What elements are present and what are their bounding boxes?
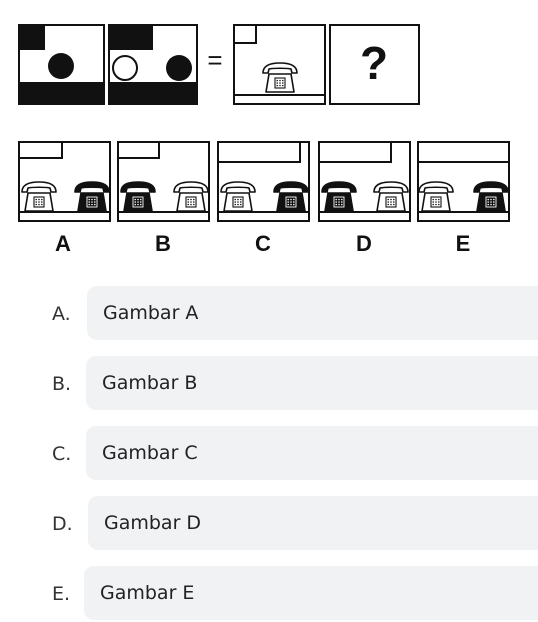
option-figure-e [417,141,510,222]
answer-box[interactable]: Gambar B [86,356,538,410]
option-label-b: B [155,231,171,256]
answer-text: Gambar D [104,512,202,534]
answer-text: Gambar B [102,372,198,394]
answer-letter: C. [52,443,72,465]
telephone-outline-icon [21,181,57,212]
filled-circle-icon [166,55,192,81]
option-label-d: D [356,231,372,256]
answer-option-b[interactable]: B. Gambar B [0,356,538,412]
answer-text: Gambar A [103,302,199,324]
telephone-outline-icon [262,62,298,93]
telephone-solid-icon [273,181,309,212]
question-panel-4: ? [329,24,420,105]
answer-box[interactable]: Gambar E [84,566,538,620]
answer-option-e[interactable]: E. Gambar E [0,566,538,622]
option-label-e: E [456,231,471,256]
equals-sign: = [207,45,222,75]
answer-option-c[interactable]: C. Gambar C [0,426,538,482]
telephone-solid-icon [120,181,156,212]
option-label-c: C [255,231,271,256]
telephone-outline-icon [418,181,454,212]
question-panel-2 [108,24,198,105]
telephone-outline-icon [220,181,256,212]
option-figure-a [18,141,111,222]
answer-option-d[interactable]: D. Gambar D [0,496,538,552]
option-figure-c [217,141,310,222]
answer-letter: D. [52,513,73,535]
question-mark: ? [360,37,388,89]
answer-box[interactable]: Gambar D [88,496,538,550]
option-label-a: A [55,231,71,256]
telephone-outline-icon [373,181,409,212]
telephone-outline-icon [173,181,209,212]
answer-box[interactable]: Gambar A [87,286,538,340]
filled-circle-icon [48,53,74,79]
answer-option-a[interactable]: A. Gambar A [0,286,538,342]
puzzle-figure: = ? A B C D E [0,0,538,270]
option-figure-b [117,141,210,222]
telephone-solid-icon [74,181,110,212]
answer-text: Gambar C [102,442,198,464]
option-figure-d [318,141,411,222]
question-panel-1 [18,24,105,105]
hollow-circle-icon [112,55,138,81]
answer-letter: E. [52,583,71,605]
answer-letter: B. [52,373,72,395]
telephone-solid-icon [321,181,357,212]
answer-text: Gambar E [100,582,195,604]
answer-box[interactable]: Gambar C [86,426,538,480]
question-panel-3 [233,24,326,105]
telephone-solid-icon [473,181,509,212]
answer-letter: A. [52,303,71,325]
